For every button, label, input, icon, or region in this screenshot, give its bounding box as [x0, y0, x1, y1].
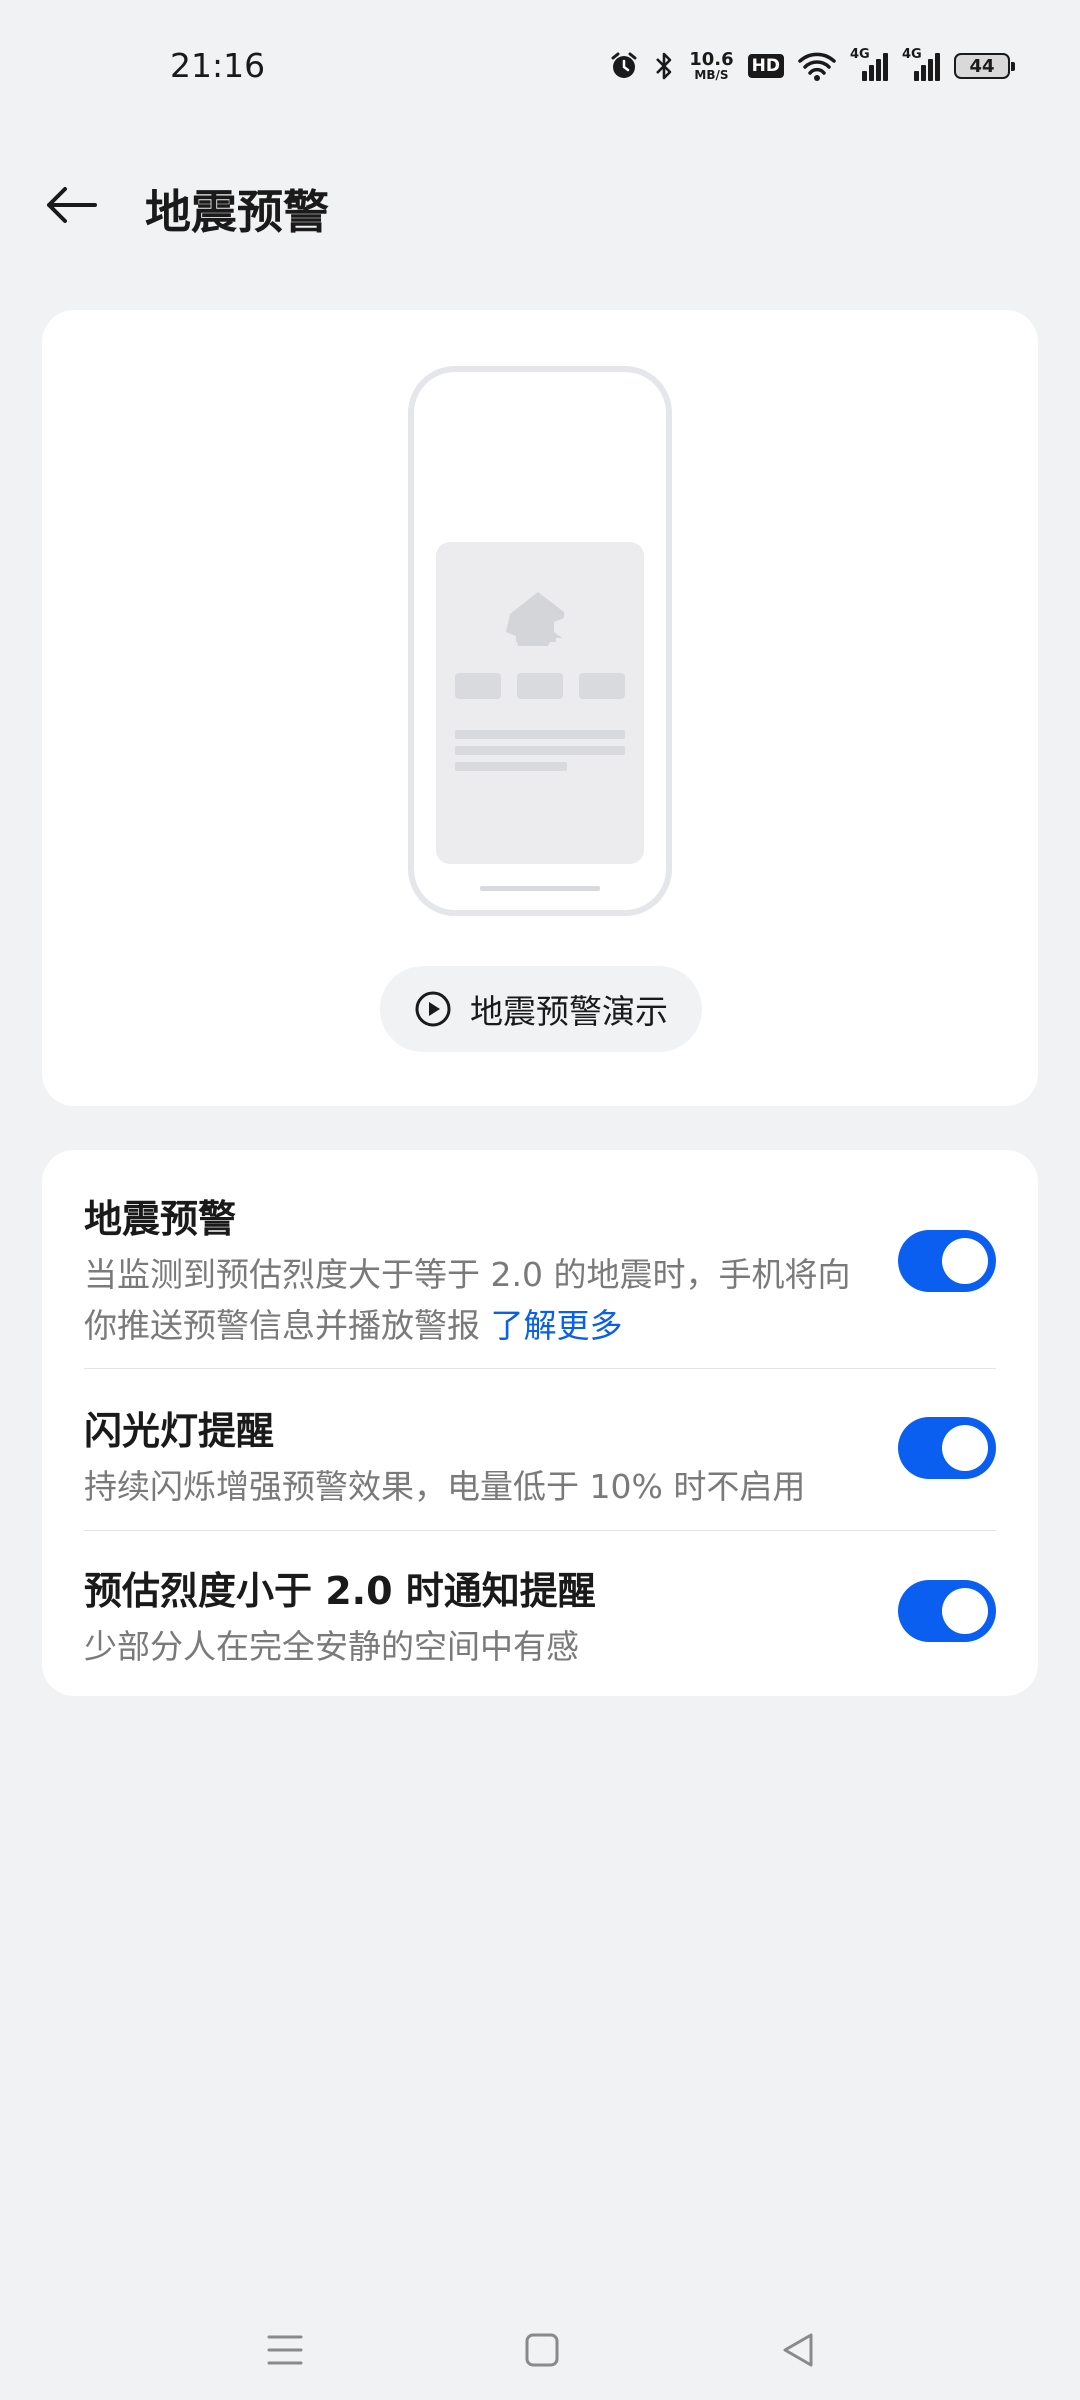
- home-button[interactable]: [512, 2320, 572, 2380]
- alarm-icon: [609, 51, 639, 81]
- low-intensity-toggle[interactable]: [898, 1580, 996, 1642]
- wifi-icon: [798, 50, 836, 82]
- net-speed: 10.6 MB/S: [689, 49, 734, 82]
- back-nav-button[interactable]: [768, 2320, 828, 2380]
- menu-button[interactable]: [255, 2320, 315, 2380]
- page-title: 地震预警: [145, 185, 329, 239]
- demo-label: 地震预警演示: [470, 992, 668, 1031]
- flash-alert-title: 闪光灯提醒: [84, 1409, 275, 1453]
- net-speed-unit: MB/S: [694, 68, 729, 82]
- earthquake-alert-toggle[interactable]: [898, 1230, 996, 1292]
- preview-card: 地震预警演示: [42, 310, 1038, 1106]
- flash-alert-toggle[interactable]: [898, 1417, 996, 1479]
- battery-level: 44: [969, 55, 995, 77]
- flash-alert-desc: 持续闪烁增强预警效果，电量低于 10% 时不启用: [84, 1467, 806, 1506]
- status-icons: 10.6 MB/S HD 4G 4G 44: [609, 46, 1015, 86]
- navigation-bar: [0, 2300, 1080, 2400]
- flash-alert-row: 闪光灯提醒 持续闪烁增强预警效果，电量低于 10% 时不启用: [84, 1400, 996, 1512]
- back-button[interactable]: [36, 170, 106, 240]
- menu-icon: [267, 2335, 303, 2365]
- low-intensity-row: 预估烈度小于 2.0 时通知提醒 少部分人在完全安静的空间中有感: [84, 1560, 996, 1672]
- battery-icon: 44: [954, 53, 1015, 79]
- divider: [84, 1530, 996, 1531]
- signal-icon: 4G: [902, 47, 940, 81]
- hd-icon: HD: [747, 54, 784, 78]
- phone-illustration: [408, 366, 672, 916]
- learn-more-link[interactable]: 了解更多: [491, 1306, 623, 1345]
- bluetooth-icon: [653, 50, 675, 82]
- earthquake-alert-row: 地震预警 当监测到预估烈度大于等于 2.0 的地震时，手机将向你推送预警信息并播…: [84, 1188, 996, 1351]
- low-intensity-desc: 少部分人在完全安静的空间中有感: [84, 1627, 579, 1666]
- low-intensity-title: 预估烈度小于 2.0 时通知提醒: [84, 1569, 596, 1613]
- settings-card: 地震预警 当监测到预估烈度大于等于 2.0 的地震时，手机将向你推送预警信息并播…: [42, 1150, 1038, 1696]
- header: 地震预警: [0, 150, 1080, 260]
- back-triangle-icon: [783, 2333, 813, 2367]
- divider: [84, 1368, 996, 1369]
- status-bar: 21:16 10.6 MB/S HD 4G 4G 44: [0, 0, 1080, 120]
- status-time: 21:16: [170, 46, 266, 85]
- play-circle-icon: [415, 991, 451, 1027]
- net-speed-value: 10.6: [689, 49, 734, 70]
- earthquake-alert-title: 地震预警: [84, 1197, 237, 1241]
- home-square-icon: [525, 2333, 559, 2367]
- signal-label: 4G: [850, 47, 870, 62]
- earthquake-alert-desc-text: 当监测到预估烈度大于等于 2.0 的地震时，手机将向你推送预警信息并播放警报: [84, 1255, 851, 1345]
- signal-label: 4G: [902, 47, 922, 62]
- signal-icon: 4G: [850, 47, 888, 81]
- demo-button[interactable]: 地震预警演示: [380, 966, 702, 1052]
- arrow-left-icon: [47, 187, 97, 223]
- earthquake-alert-desc: 当监测到预估烈度大于等于 2.0 的地震时，手机将向你推送预警信息并播放警报 了…: [84, 1249, 864, 1351]
